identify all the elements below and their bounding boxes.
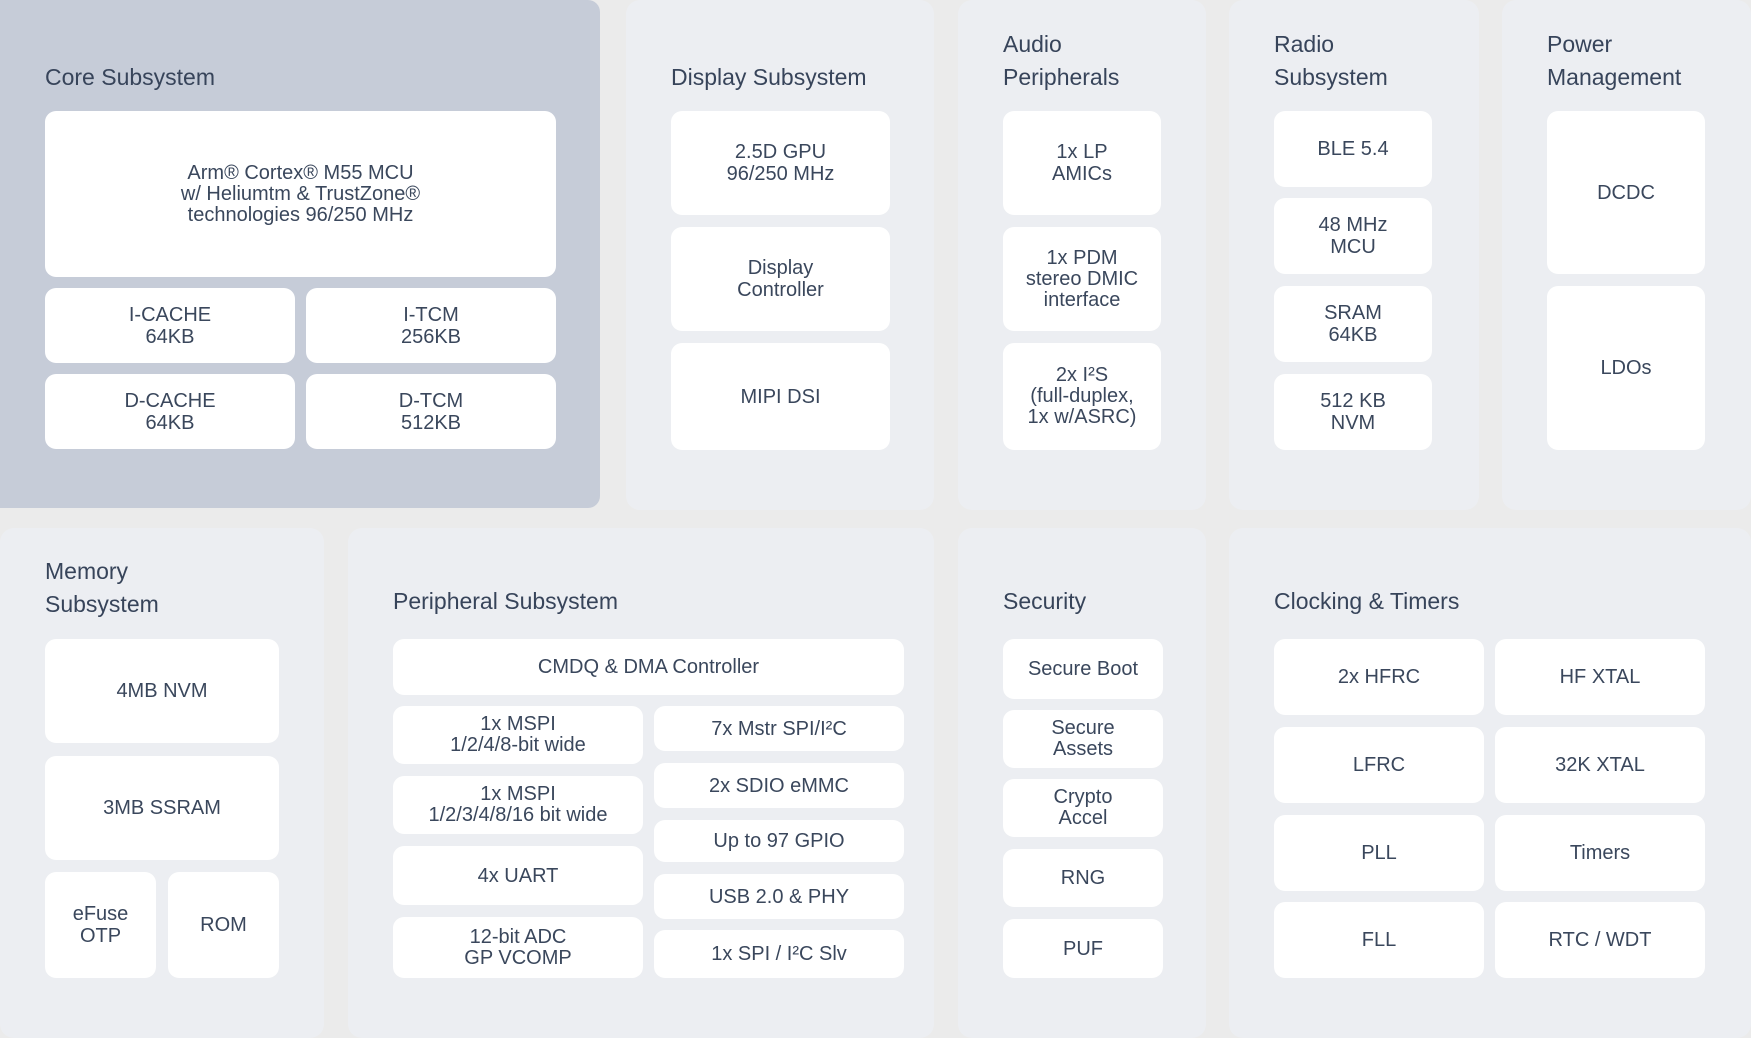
dcdc-block: DCDC — [1547, 111, 1705, 274]
uart-block: 4x UART — [393, 846, 643, 905]
audio-peripherals-panel: Audio Peripherals 1x LP AMICs 1x PDM ste… — [958, 0, 1206, 510]
core-subsystem-title: Core Subsystem — [45, 64, 216, 90]
gpu-block: 2.5D GPU 96/250 MHz — [671, 111, 890, 215]
peripheral-subsystem-title: Peripheral Subsystem — [393, 588, 618, 614]
pdm-dmic-block: 1x PDM stereo DMIC interface — [1003, 227, 1161, 331]
mipi-dsi-block: MIPI DSI — [671, 343, 890, 450]
secure-boot-block: Secure Boot — [1003, 639, 1163, 699]
mcu-block: Arm® Cortex® M55 MCU w/ Heliumtm & Trust… — [45, 111, 556, 277]
ldos-block: LDOs — [1547, 286, 1705, 450]
puf-block: PUF — [1003, 919, 1163, 978]
radio-nvm-block: 512 KB NVM — [1274, 374, 1432, 450]
i2s-block: 2x I²S (full-duplex, 1x w/ASRC) — [1003, 343, 1161, 450]
dtcm-block: D-TCM 512KB — [306, 374, 556, 449]
usb-phy-block: USB 2.0 & PHY — [654, 874, 904, 919]
sdio-emmc-block: 2x SDIO eMMC — [654, 763, 904, 808]
adc-vcomp-block: 12-bit ADC GP VCOMP — [393, 917, 643, 978]
security-title: Security — [1003, 588, 1087, 614]
icache-block: I-CACHE 64KB — [45, 288, 295, 363]
pll-block: PLL — [1274, 815, 1484, 891]
display-subsystem-title: Display Subsystem — [671, 64, 867, 90]
32k-xtal-block: 32K XTAL — [1495, 727, 1705, 803]
power-management-panel: Power Management DCDC LDOs — [1502, 0, 1751, 510]
peripheral-subsystem-panel: Peripheral Subsystem CMDQ & DMA Controll… — [348, 528, 934, 1038]
ssram-block: 3MB SSRAM — [45, 756, 279, 860]
spi-i2c-master-block: 7x Mstr SPI/I²C — [654, 706, 904, 751]
lp-amics-block: 1x LP AMICs — [1003, 111, 1161, 215]
ble-block: BLE 5.4 — [1274, 111, 1432, 187]
lfrc-block: LFRC — [1274, 727, 1484, 803]
crypto-accel-block: Crypto Accel — [1003, 779, 1163, 837]
spi-i2c-slave-block: 1x SPI / I²C Slv — [654, 930, 904, 978]
display-controller-block: Display Controller — [671, 227, 890, 331]
rom-block: ROM — [168, 872, 279, 978]
nvm-block: 4MB NVM — [45, 639, 279, 743]
audio-peripherals-title: Audio Peripherals — [1003, 31, 1120, 90]
security-panel: Security Secure Boot Secure Assets Crypt… — [958, 528, 1206, 1038]
memory-subsystem-title: Memory Subsystem — [45, 558, 159, 617]
hfrc-block: 2x HFRC — [1274, 639, 1484, 715]
cmdq-dma-block: CMDQ & DMA Controller — [393, 639, 904, 695]
mcu-label: Arm® Cortex® M55 MCU w/ Heliumtm & Trust… — [180, 161, 421, 226]
radio-subsystem-panel: Radio Subsystem BLE 5.4 48 MHz MCU SRAM … — [1229, 0, 1479, 510]
timers-block: Timers — [1495, 815, 1705, 891]
gpio-block: Up to 97 GPIO — [654, 820, 904, 862]
radio-mcu-block: 48 MHz MCU — [1274, 198, 1432, 274]
hf-xtal-block: HF XTAL — [1495, 639, 1705, 715]
secure-assets-block: Secure Assets — [1003, 710, 1163, 768]
core-subsystem-panel: Core Subsystem Arm® Cortex® M55 MCU w/ H… — [0, 0, 600, 508]
display-subsystem-panel: Display Subsystem 2.5D GPU 96/250 MHz Di… — [626, 0, 934, 510]
rtc-wdt-block: RTC / WDT — [1495, 902, 1705, 978]
mspi-8bit-block: 1x MSPI 1/2/4/8-bit wide — [393, 706, 643, 764]
power-management-title: Power Management — [1547, 31, 1682, 90]
memory-subsystem-panel: Memory Subsystem 4MB NVM 3MB SSRAM eFuse… — [0, 528, 324, 1038]
radio-sram-block: SRAM 64KB — [1274, 286, 1432, 362]
rng-block: RNG — [1003, 849, 1163, 907]
clocking-timers-title: Clocking & Timers — [1274, 588, 1460, 614]
fll-block: FLL — [1274, 902, 1484, 978]
radio-subsystem-title: Radio Subsystem — [1274, 31, 1388, 90]
itcm-block: I-TCM 256KB — [306, 288, 556, 363]
clocking-timers-panel: Clocking & Timers 2x HFRC LFRC PLL FLL H… — [1229, 528, 1751, 1038]
dcache-block: D-CACHE 64KB — [45, 374, 295, 449]
efuse-otp-block: eFuse OTP — [45, 872, 156, 978]
mspi-16bit-block: 1x MSPI 1/2/3/4/8/16 bit wide — [393, 776, 643, 834]
